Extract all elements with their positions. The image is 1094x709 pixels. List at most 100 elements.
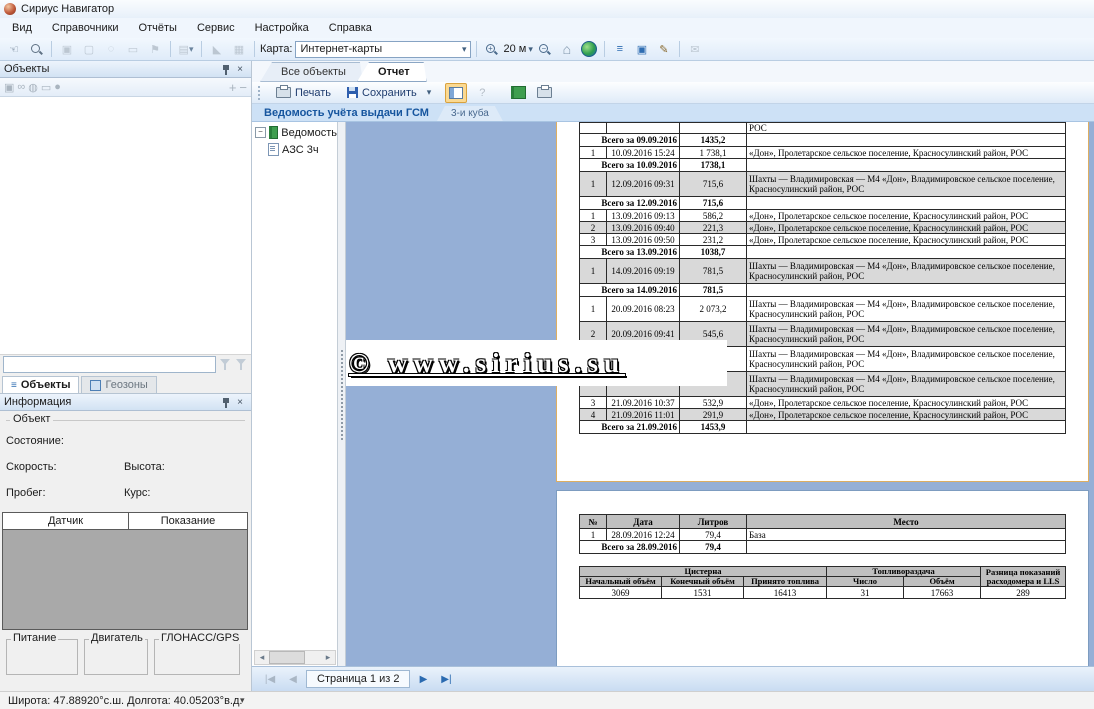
last-page-button[interactable]: ▶| xyxy=(436,670,456,688)
ruler-icon[interactable]: ◣ xyxy=(207,40,227,58)
report-cell: 781,5 xyxy=(680,284,747,297)
total-row: Всего за 14.09.2016781,5 xyxy=(580,284,1066,297)
toolbar-grip[interactable] xyxy=(258,86,263,100)
map-toolbar: ☜ ▣ ▢ ◌ ▭ ⚑ ▤▾ ◣ ▦ Карта: Интернет-карты… xyxy=(0,38,1094,61)
menu-servis[interactable]: Сервис xyxy=(187,20,245,36)
total-row: Всего за 28.09.2016 79,4 xyxy=(580,541,1066,554)
close-icon[interactable]: × xyxy=(233,63,247,75)
help-button[interactable]: ? xyxy=(471,83,493,103)
square-select-icon[interactable]: ▭ xyxy=(123,40,143,58)
object-group-label: Объект xyxy=(10,413,53,425)
pan-hand-icon[interactable]: ☜ xyxy=(4,40,24,58)
home-button[interactable]: ⌂ xyxy=(557,40,577,58)
report-cell: 21.09.2016 11:01 xyxy=(607,409,680,421)
prev-page-button[interactable]: ◀ xyxy=(283,670,303,688)
tree-node-child[interactable]: АЗС 3ч xyxy=(268,143,337,156)
scrollbar-thumb[interactable] xyxy=(269,651,305,664)
report-row: 213.09.2016 09:40221,3«Дон», Пролетарско… xyxy=(580,222,1066,234)
map-source-select[interactable]: Интернет-карты ▾ xyxy=(295,41,471,58)
layers-dropdown-icon[interactable]: ▤▾ xyxy=(176,40,196,58)
zoom-out-button[interactable]: − xyxy=(535,40,555,58)
report-book-button[interactable] xyxy=(507,83,529,103)
vehicle-icon[interactable]: ▭ xyxy=(41,81,51,94)
tab-3-kuba[interactable]: 3-и куба xyxy=(437,106,503,121)
circle-select-icon[interactable]: ◌ xyxy=(101,40,121,58)
tab-objects[interactable]: ≡ Объекты xyxy=(2,376,79,393)
lasso-select-icon[interactable]: ▢ xyxy=(79,40,99,58)
objects-list[interactable] xyxy=(0,97,251,355)
object-groupbox: Объект Состояние: Скорость: Высота: Проб… xyxy=(6,420,245,525)
report-cell xyxy=(747,246,1066,259)
zoom-level-dropdown-icon[interactable]: ▾ xyxy=(528,44,533,55)
value-column-header[interactable]: Показание xyxy=(129,513,247,529)
pin-icon[interactable] xyxy=(219,63,233,75)
volume-header: Объём xyxy=(904,577,981,587)
tab-report[interactable]: Отчет xyxy=(357,62,427,82)
menu-vid[interactable]: Вид xyxy=(2,20,42,36)
tree-horizontal-scrollbar[interactable]: ◂ ▸ xyxy=(254,650,336,665)
filter-icon[interactable] xyxy=(219,358,232,371)
report-cell: 715,6 xyxy=(680,172,747,197)
mail-icon[interactable]: ✉ xyxy=(685,40,705,58)
globe-button[interactable] xyxy=(579,40,599,58)
expand-all-button[interactable]: + xyxy=(229,80,237,95)
report-cell: 221,3 xyxy=(680,222,747,234)
rect-select-icon[interactable]: ▣ xyxy=(57,40,77,58)
base-refill-table: № Дата Литров Место 1 28.09.2016 12:24 7… xyxy=(579,514,1066,554)
stamp-icon[interactable]: ▦ xyxy=(229,40,249,58)
next-page-button[interactable]: ▶ xyxy=(413,670,433,688)
tab-geozones[interactable]: Геозоны xyxy=(81,376,156,393)
sensor-column-header[interactable]: Датчик xyxy=(3,513,129,529)
report-page-2: № Дата Литров Место 1 28.09.2016 12:24 7… xyxy=(556,490,1089,666)
magnifier-icon xyxy=(30,43,43,56)
scroll-left-icon[interactable]: ◂ xyxy=(255,652,269,663)
edit-notes-icon[interactable]: ✎ xyxy=(654,40,674,58)
report-row: 120.09.2016 08:232 073,2Шахты — Владимир… xyxy=(580,297,1066,322)
print-button[interactable]: Печать xyxy=(270,86,337,100)
zoom-tool-icon[interactable] xyxy=(26,40,46,58)
toolbar-separator xyxy=(254,41,255,57)
report-cell: 781,5 xyxy=(680,259,747,284)
tree-node-root[interactable]: − Ведомость xyxy=(255,126,337,139)
report-cell: Шахты — Владимировская — М4 «Дон», Влади… xyxy=(747,322,1066,347)
menu-spravochniki[interactable]: Справочники xyxy=(42,20,129,36)
add-vehicle-icon[interactable]: ▣ xyxy=(4,81,14,94)
point-icon[interactable]: ● xyxy=(54,81,61,93)
close-icon[interactable]: × xyxy=(233,396,247,408)
menu-spravka[interactable]: Справка xyxy=(319,20,382,36)
report-cell: 231,2 xyxy=(680,234,747,246)
save-button[interactable]: Сохранить xyxy=(341,86,423,100)
flag-icon[interactable]: ⚑ xyxy=(145,40,165,58)
report-row: РОС xyxy=(580,123,1066,134)
object-filter-input[interactable] xyxy=(3,356,216,373)
report-cell: «Дон», Пролетарское сельское поселение, … xyxy=(747,234,1066,246)
save-dropdown-icon[interactable]: ▾ xyxy=(427,87,432,98)
link-icon[interactable]: ∞ xyxy=(17,81,25,93)
track-icon[interactable]: ◍ xyxy=(28,81,38,94)
zoom-in-button[interactable]: + xyxy=(482,40,502,58)
list-view-icon[interactable]: ≡ xyxy=(610,40,630,58)
tree-expander-icon[interactable]: − xyxy=(255,127,266,138)
parameters-panel-toggle[interactable] xyxy=(445,83,467,103)
selection-view-icon[interactable]: ▣ xyxy=(632,40,652,58)
collapse-all-button[interactable]: − xyxy=(239,80,247,95)
report-cell: Шахты — Владимировская — М4 «Дон», Влади… xyxy=(747,347,1066,372)
first-page-button[interactable]: |◀ xyxy=(260,670,280,688)
menu-nastroika[interactable]: Настройка xyxy=(245,20,319,36)
print-preview-button[interactable] xyxy=(533,83,555,103)
status-dropdown-icon[interactable]: ▾ xyxy=(240,695,245,706)
clear-filter-icon[interactable] xyxy=(235,358,248,371)
report-page-1: РОСВсего за 09.09.20161435,2110.09.2016 … xyxy=(556,122,1089,482)
pin-icon[interactable] xyxy=(219,396,233,408)
scroll-right-icon[interactable]: ▸ xyxy=(321,652,335,663)
tab-vedomost-gsm[interactable]: Ведомость учёта выдачи ГСМ xyxy=(256,105,437,121)
info-panel-title: Информация xyxy=(4,396,219,408)
report-cell: 1435,2 xyxy=(680,134,747,147)
power-groupbox: Питание xyxy=(6,639,78,675)
menu-otchety[interactable]: Отчёты xyxy=(129,20,187,36)
tree-splitter[interactable] xyxy=(338,122,346,666)
globe-icon xyxy=(581,41,597,57)
tab-all-objects[interactable]: Все объекты xyxy=(260,62,363,82)
report-viewer[interactable]: РОСВсего за 09.09.20161435,2110.09.2016 … xyxy=(346,122,1094,666)
report-row: 313.09.2016 09:50231,2«Дон», Пролетарско… xyxy=(580,234,1066,246)
